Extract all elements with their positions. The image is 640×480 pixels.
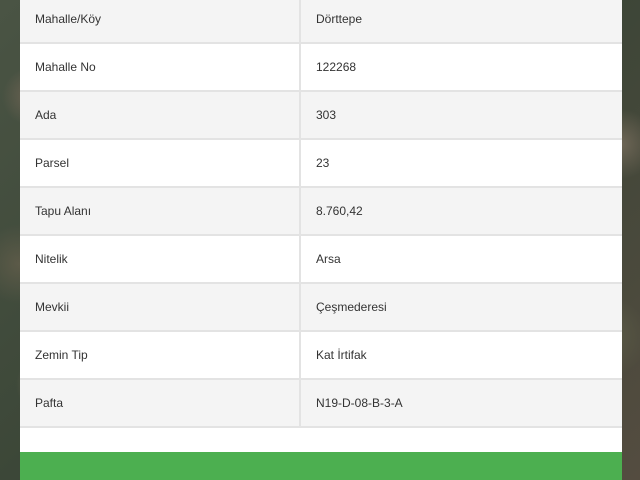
row-label: Mahalle/Köy xyxy=(20,0,301,44)
row-value: 303 xyxy=(300,91,622,140)
row-value: Arsa xyxy=(300,235,622,284)
row-label: Mevkii xyxy=(20,283,301,332)
table-row: Nitelik Arsa xyxy=(20,235,622,284)
row-label: Mahalle No xyxy=(20,43,301,92)
table-row: Pafta N19-D-08-B-3-A xyxy=(20,379,622,428)
row-value: 122268 xyxy=(300,43,622,92)
row-label: Nitelik xyxy=(20,235,301,284)
row-value: Kat İrtifak xyxy=(300,331,622,380)
table-row: Mevkii Çeşmederesi xyxy=(20,283,622,332)
row-value: Çeşmederesi xyxy=(300,283,622,332)
row-value: N19-D-08-B-3-A xyxy=(300,379,622,428)
table-row: Ada 303 xyxy=(20,91,622,140)
row-value: 23 xyxy=(300,139,622,188)
row-value: 8.760,42 xyxy=(300,187,622,236)
parcel-info-table: Mahalle/Köy Dörttepe Mahalle No 122268 A… xyxy=(20,0,622,428)
row-label: Zemin Tip xyxy=(20,331,301,380)
parcel-info-card: Mahalle/Köy Dörttepe Mahalle No 122268 A… xyxy=(20,0,622,480)
table-row: Mahalle No 122268 xyxy=(20,43,622,92)
table-row: Parsel 23 xyxy=(20,139,622,188)
table-row: Mahalle/Köy Dörttepe xyxy=(20,0,622,44)
action-button[interactable] xyxy=(20,452,622,480)
table-row: Tapu Alanı 8.760,42 xyxy=(20,187,622,236)
row-label: Parsel xyxy=(20,139,301,188)
row-label: Pafta xyxy=(20,379,301,428)
row-value: Dörttepe xyxy=(300,0,622,44)
row-label: Ada xyxy=(20,91,301,140)
table-row: Zemin Tip Kat İrtifak xyxy=(20,331,622,380)
row-label: Tapu Alanı xyxy=(20,187,301,236)
